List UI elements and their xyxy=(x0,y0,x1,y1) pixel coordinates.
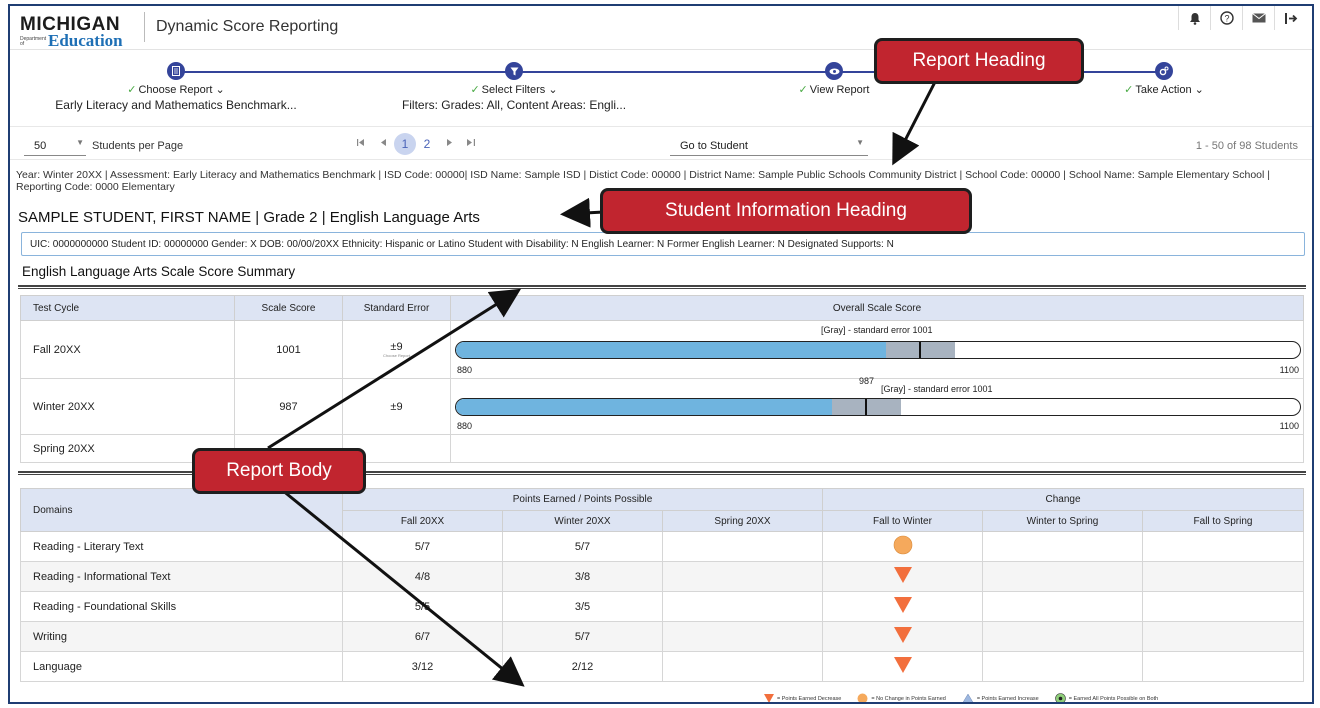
annotation-arrows xyxy=(267,81,937,687)
arrow-report-heading xyxy=(892,81,937,166)
arrow-student-heading xyxy=(560,197,605,228)
callout-student-info-heading: Student Information Heading xyxy=(600,188,972,234)
arrow-report-body-down xyxy=(281,488,525,687)
arrow-report-body-up xyxy=(267,288,522,450)
callout-report-body: Report Body xyxy=(192,448,366,494)
callout-report-heading: Report Heading xyxy=(874,38,1084,84)
